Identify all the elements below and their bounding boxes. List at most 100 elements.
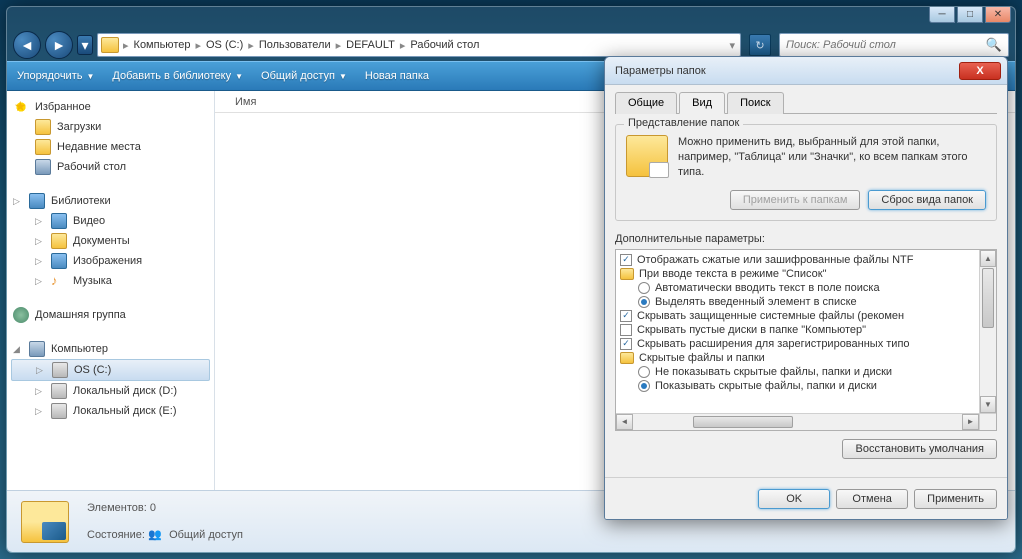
library-icon [29, 193, 45, 209]
tab-general[interactable]: Общие [615, 92, 677, 114]
state-value: Общий доступ [169, 528, 243, 540]
folder-views-group: Представление папок Можно применить вид,… [615, 124, 997, 221]
radio[interactable] [638, 366, 650, 378]
libraries-header[interactable]: ▷Библиотеки [7, 191, 214, 211]
horizontal-scrollbar[interactable]: ◄ ► [616, 413, 979, 430]
tree-item[interactable]: Скрывать защищенные системные файлы (рек… [620, 309, 992, 323]
scroll-right-button[interactable]: ► [962, 414, 979, 430]
tree-item[interactable]: Показывать скрытые файлы, папки и диски [620, 379, 992, 393]
favorites-header[interactable]: Избранное [7, 97, 214, 117]
tree-item-label: Скрывать защищенные системные файлы (рек… [637, 310, 904, 322]
sidebar-drive-e[interactable]: ▷Локальный диск (E:) [7, 401, 214, 421]
breadcrumb-item[interactable]: Пользователи [256, 39, 334, 51]
restore-defaults-button[interactable]: Восстановить умолчания [842, 439, 997, 459]
computer-header[interactable]: ◢Компьютер [7, 339, 214, 359]
recent-icon [35, 139, 51, 155]
breadcrumb-item[interactable]: Рабочий стол [407, 39, 482, 51]
tab-search[interactable]: Поиск [727, 92, 783, 114]
sidebar-drive-d[interactable]: ▷Локальный диск (D:) [7, 381, 214, 401]
folder-icon [620, 352, 634, 364]
sidebar-documents[interactable]: ▷Документы [7, 231, 214, 251]
drive-icon [51, 383, 67, 399]
tree-item[interactable]: Выделять введенный элемент в списке [620, 295, 992, 309]
drive-icon [51, 403, 67, 419]
computer-icon [29, 341, 45, 357]
pictures-icon [51, 253, 67, 269]
radio[interactable] [638, 296, 650, 308]
organize-menu[interactable]: Упорядочить▼ [17, 70, 94, 82]
dialog-close-button[interactable]: X [959, 62, 1001, 80]
sidebar-recent[interactable]: Недавние места [7, 137, 214, 157]
tree-item[interactable]: Скрывать пустые диски в папке "Компьютер… [620, 323, 992, 337]
breadcrumb-item[interactable]: OS (C:) [203, 39, 246, 51]
radio[interactable] [638, 380, 650, 392]
tree-item-label: Автоматически вводить текст в поле поиск… [655, 282, 880, 294]
maximize-button[interactable]: □ [957, 7, 983, 23]
vertical-scrollbar[interactable]: ▲ ▼ [979, 250, 996, 413]
scroll-up-button[interactable]: ▲ [980, 250, 996, 267]
tree-item[interactable]: Отображать сжатые или зашифрованные файл… [620, 253, 992, 267]
advanced-settings-tree[interactable]: Отображать сжатые или зашифрованные файл… [615, 249, 997, 431]
folder-icon [35, 119, 51, 135]
state-label: Состояние: [87, 528, 145, 540]
scroll-left-button[interactable]: ◄ [616, 414, 633, 430]
folder-icon [101, 37, 119, 53]
tree-item-label: Скрывать пустые диски в папке "Компьютер… [637, 324, 866, 336]
apply-to-folders-button[interactable]: Применить к папкам [730, 190, 861, 210]
search-input[interactable] [786, 35, 986, 55]
include-library-menu[interactable]: Добавить в библиотеку▼ [112, 70, 243, 82]
homegroup-header[interactable]: Домашняя группа [7, 305, 214, 325]
radio[interactable] [638, 282, 650, 294]
tab-view[interactable]: Вид [679, 92, 725, 114]
scroll-thumb[interactable] [693, 416, 793, 428]
share-menu[interactable]: Общий доступ▼ [261, 70, 347, 82]
breadcrumb-item[interactable]: Компьютер [131, 39, 194, 51]
breadcrumb-item[interactable]: DEFAULT [343, 39, 398, 51]
folder-large-icon [21, 501, 69, 543]
advanced-settings-label: Дополнительные параметры: [615, 233, 997, 245]
group-description: Можно применить вид, выбранный для этой … [678, 135, 986, 180]
folder-view-icon [626, 135, 668, 177]
search-icon: 🔍 [986, 37, 1002, 53]
sidebar-videos[interactable]: ▷Видео [7, 211, 214, 231]
tree-item-label: При вводе текста в режиме "Список" [639, 268, 826, 280]
tree-item[interactable]: Скрытые файлы и папки [620, 351, 992, 365]
tree-item[interactable]: Автоматически вводить текст в поле поиск… [620, 281, 992, 295]
minimize-button[interactable]: ─ [929, 7, 955, 23]
tree-item-label: Отображать сжатые или зашифрованные файл… [637, 254, 913, 266]
sidebar-drive-c[interactable]: ▷OS (C:) [11, 359, 210, 381]
share-icon: 👥 [148, 528, 166, 542]
checkbox[interactable] [620, 254, 632, 266]
sidebar-music[interactable]: ▷Музыка [7, 271, 214, 291]
forward-button[interactable]: ► [45, 31, 73, 59]
window-close-button[interactable]: ✕ [985, 7, 1011, 23]
history-dropdown[interactable]: ▾ [77, 35, 93, 55]
tree-item-label: Показывать скрытые файлы, папки и диски [655, 380, 877, 392]
search-box[interactable]: 🔍 [779, 33, 1009, 57]
ok-button[interactable]: OK [758, 489, 830, 509]
reset-folders-button[interactable]: Сброс вида папок [868, 190, 986, 210]
dialog-tabs: Общие Вид Поиск [615, 91, 997, 114]
tree-item[interactable]: Скрывать расширения для зарегистрированн… [620, 337, 992, 351]
sidebar-desktop[interactable]: Рабочий стол [7, 157, 214, 177]
sidebar-pictures[interactable]: ▷Изображения [7, 251, 214, 271]
back-button[interactable]: ◄ [13, 31, 41, 59]
new-folder-button[interactable]: Новая папка [365, 70, 429, 82]
tree-item[interactable]: При вводе текста в режиме "Список" [620, 267, 992, 281]
checkbox[interactable] [620, 310, 632, 322]
dialog-title: Параметры папок [611, 65, 959, 77]
scroll-down-button[interactable]: ▼ [980, 396, 996, 413]
navigation-pane: Избранное Загрузки Недавние места Рабочи… [7, 91, 215, 490]
tree-item-label: Скрывать расширения для зарегистрированн… [637, 338, 910, 350]
sidebar-downloads[interactable]: Загрузки [7, 117, 214, 137]
tree-item-label: Выделять введенный элемент в списке [655, 296, 857, 308]
checkbox[interactable] [620, 324, 632, 336]
refresh-button[interactable]: ↻ [749, 34, 771, 56]
scroll-thumb[interactable] [982, 268, 994, 328]
address-bar[interactable]: ▸ Компьютер▸ OS (C:)▸ Пользователи▸ DEFA… [97, 33, 741, 57]
cancel-button[interactable]: Отмена [836, 489, 908, 509]
apply-button[interactable]: Применить [914, 489, 997, 509]
checkbox[interactable] [620, 338, 632, 350]
item-count: Элементов: 0 [87, 502, 243, 514]
tree-item[interactable]: Не показывать скрытые файлы, папки и дис… [620, 365, 992, 379]
